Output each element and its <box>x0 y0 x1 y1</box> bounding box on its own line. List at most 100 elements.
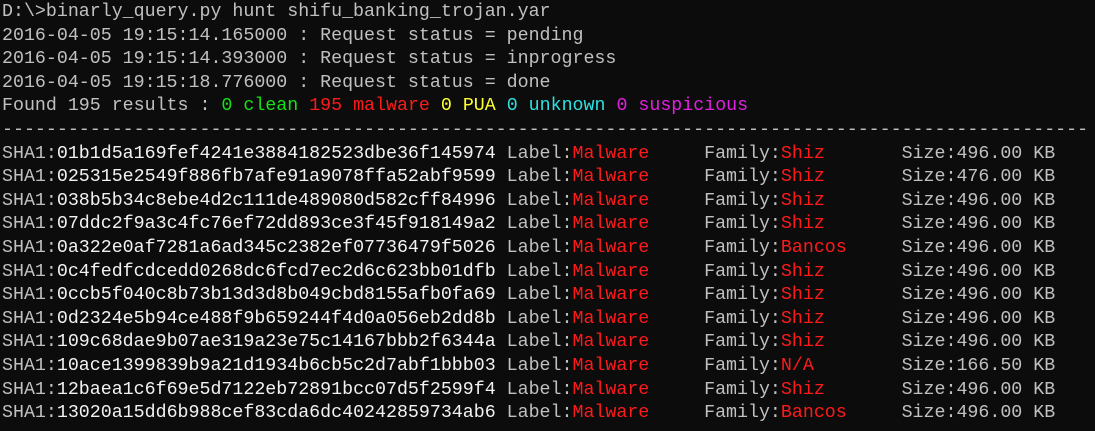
sha1-field: SHA1:025315e2549f886fb7afe91a9078ffa52ab… <box>2 166 496 190</box>
family-value: Shiz <box>780 143 825 164</box>
label-key: Label: <box>506 403 573 424</box>
sha1-key: SHA1: <box>2 308 57 329</box>
sha1-key: SHA1: <box>2 285 57 306</box>
size-value: 496.00 KB <box>956 379 1056 400</box>
result-row: SHA1:0a322e0af7281a6ad345c2382ef07736479… <box>2 237 1095 261</box>
family-key: Family: <box>704 237 781 258</box>
sha1-value: 0a322e0af7281a6ad345c2382ef07736479f5026 <box>56 237 496 258</box>
result-row: SHA1:0d2324e5b94ce488f9b659244f4d0a056eb… <box>2 308 1095 332</box>
size-key: Size: <box>901 214 957 235</box>
sha1-value: 025315e2549f886fb7afe91a9078ffa52abf9599 <box>56 167 496 188</box>
label-field: Label:Malware <box>507 261 650 285</box>
label-key: Label: <box>506 261 573 282</box>
sha1-field: SHA1:109c68dae9b07ae319a23e75c14167bbb2f… <box>2 331 496 355</box>
sha1-value: 10ace1399839b9a21d1934b6cb5c2d7abf1bbb03 <box>56 355 496 376</box>
sha1-field: SHA1:01b1d5a169fef4241e3884182523dbe36f1… <box>2 143 496 167</box>
result-row: SHA1:0ccb5f040c8b73b13d3d8b049cbd8155afb… <box>2 284 1095 308</box>
size-key: Size: <box>901 308 957 329</box>
result-row: SHA1:038b5b34c8ebe4d2c111de489080d582cff… <box>2 190 1095 214</box>
family-key: Family: <box>704 332 781 353</box>
family-value: Shiz <box>780 261 825 282</box>
sha1-field: SHA1:13020a15dd6b988cef83cda6dc402428597… <box>2 402 496 426</box>
sha1-field: SHA1:07ddc2f9a3c4fc76ef72dd893ce3f45f918… <box>2 213 496 237</box>
size-field: Size:496.00 KB <box>902 284 1056 308</box>
label-value: Malware <box>572 379 650 400</box>
label-key: Label: <box>506 308 573 329</box>
sha1-field: SHA1:10ace1399839b9a21d1934b6cb5c2d7abf1… <box>2 355 496 379</box>
separator: ----------------------------------------… <box>2 119 1089 140</box>
result-row: SHA1:109c68dae9b07ae319a23e75c14167bbb2f… <box>2 331 1095 355</box>
label-field: Label:Malware <box>507 308 650 332</box>
label-key: Label: <box>506 285 573 306</box>
size-key: Size: <box>901 237 957 258</box>
sha1-value: 13020a15dd6b988cef83cda6dc40242859734ab6 <box>56 403 496 424</box>
command-line: D:\>binarly_query.py hunt shifu_banking_… <box>2 2 551 22</box>
label-field: Label:Malware <box>507 190 650 214</box>
family-field: Family:Shiz <box>704 166 825 190</box>
terminal-window[interactable]: D:\>binarly_query.py hunt shifu_banking_… <box>2 1 1095 426</box>
label-key: Label: <box>506 214 573 235</box>
sha1-key: SHA1: <box>2 379 57 400</box>
label-field: Label:Malware <box>507 331 650 355</box>
label-value: Malware <box>572 190 650 211</box>
size-field: Size:496.00 KB <box>902 190 1056 214</box>
result-row: SHA1:07ddc2f9a3c4fc76ef72dd893ce3f45f918… <box>2 213 1095 237</box>
label-key: Label: <box>506 143 573 164</box>
label-field: Label:Malware <box>507 143 650 167</box>
family-value: Shiz <box>780 332 825 353</box>
sha1-key: SHA1: <box>2 167 57 188</box>
size-key: Size: <box>901 261 957 282</box>
size-value: 496.00 KB <box>956 143 1056 164</box>
family-value: Shiz <box>780 167 825 188</box>
result-row: SHA1:12baea1c6f69e5d7122eb72891bcc07d5f2… <box>2 379 1095 403</box>
label-key: Label: <box>506 355 573 376</box>
sha1-key: SHA1: <box>2 355 57 376</box>
size-field: Size:476.00 KB <box>902 166 1056 190</box>
label-value: Malware <box>572 403 650 424</box>
size-value: 496.00 KB <box>956 285 1056 306</box>
size-key: Size: <box>901 167 957 188</box>
family-key: Family: <box>704 214 781 235</box>
label-field: Label:Malware <box>507 166 650 190</box>
size-key: Size: <box>901 403 957 424</box>
label-value: Malware <box>572 355 650 376</box>
label-value: Malware <box>572 308 650 329</box>
label-field: Label:Malware <box>507 213 650 237</box>
sha1-key: SHA1: <box>2 143 57 164</box>
size-value: 496.00 KB <box>956 332 1056 353</box>
label-value: Malware <box>572 237 650 258</box>
label-value: Malware <box>572 214 650 235</box>
sha1-key: SHA1: <box>2 261 57 282</box>
family-key: Family: <box>704 308 781 329</box>
sha1-value: 12baea1c6f69e5d7122eb72891bcc07d5f2599f4 <box>56 379 496 400</box>
family-key: Family: <box>704 355 781 376</box>
family-value: Shiz <box>780 214 825 235</box>
sha1-value: 109c68dae9b07ae319a23e75c14167bbb2f6344a <box>56 332 496 353</box>
family-field: Family:Shiz <box>704 261 825 285</box>
sha1-field: SHA1:12baea1c6f69e5d7122eb72891bcc07d5f2… <box>2 379 496 403</box>
family-key: Family: <box>704 143 781 164</box>
family-field: Family:Shiz <box>704 308 825 332</box>
sha1-field: SHA1:0d2324e5b94ce488f9b659244f4d0a056eb… <box>2 308 496 332</box>
sha1-value: 0d2324e5b94ce488f9b659244f4d0a056eb2dd8b <box>56 308 496 329</box>
sha1-key: SHA1: <box>2 403 57 424</box>
label-value: Malware <box>572 167 650 188</box>
family-field: Family:Shiz <box>704 379 825 403</box>
sha1-value: 0ccb5f040c8b73b13d3d8b049cbd8155afb0fa69 <box>56 285 496 306</box>
sha1-key: SHA1: <box>2 237 57 258</box>
size-key: Size: <box>901 285 957 306</box>
size-key: Size: <box>901 190 957 211</box>
size-value: 166.50 KB <box>956 355 1056 376</box>
size-key: Size: <box>901 379 957 400</box>
size-value: 496.00 KB <box>956 261 1056 282</box>
label-key: Label: <box>506 379 573 400</box>
size-field: Size:496.00 KB <box>902 379 1056 403</box>
family-value: Shiz <box>780 308 825 329</box>
family-value: N/A <box>780 355 814 376</box>
size-key: Size: <box>901 143 957 164</box>
label-field: Label:Malware <box>507 402 650 426</box>
family-key: Family: <box>704 379 781 400</box>
family-key: Family: <box>704 285 781 306</box>
label-key: Label: <box>506 237 573 258</box>
sha1-key: SHA1: <box>2 214 57 235</box>
